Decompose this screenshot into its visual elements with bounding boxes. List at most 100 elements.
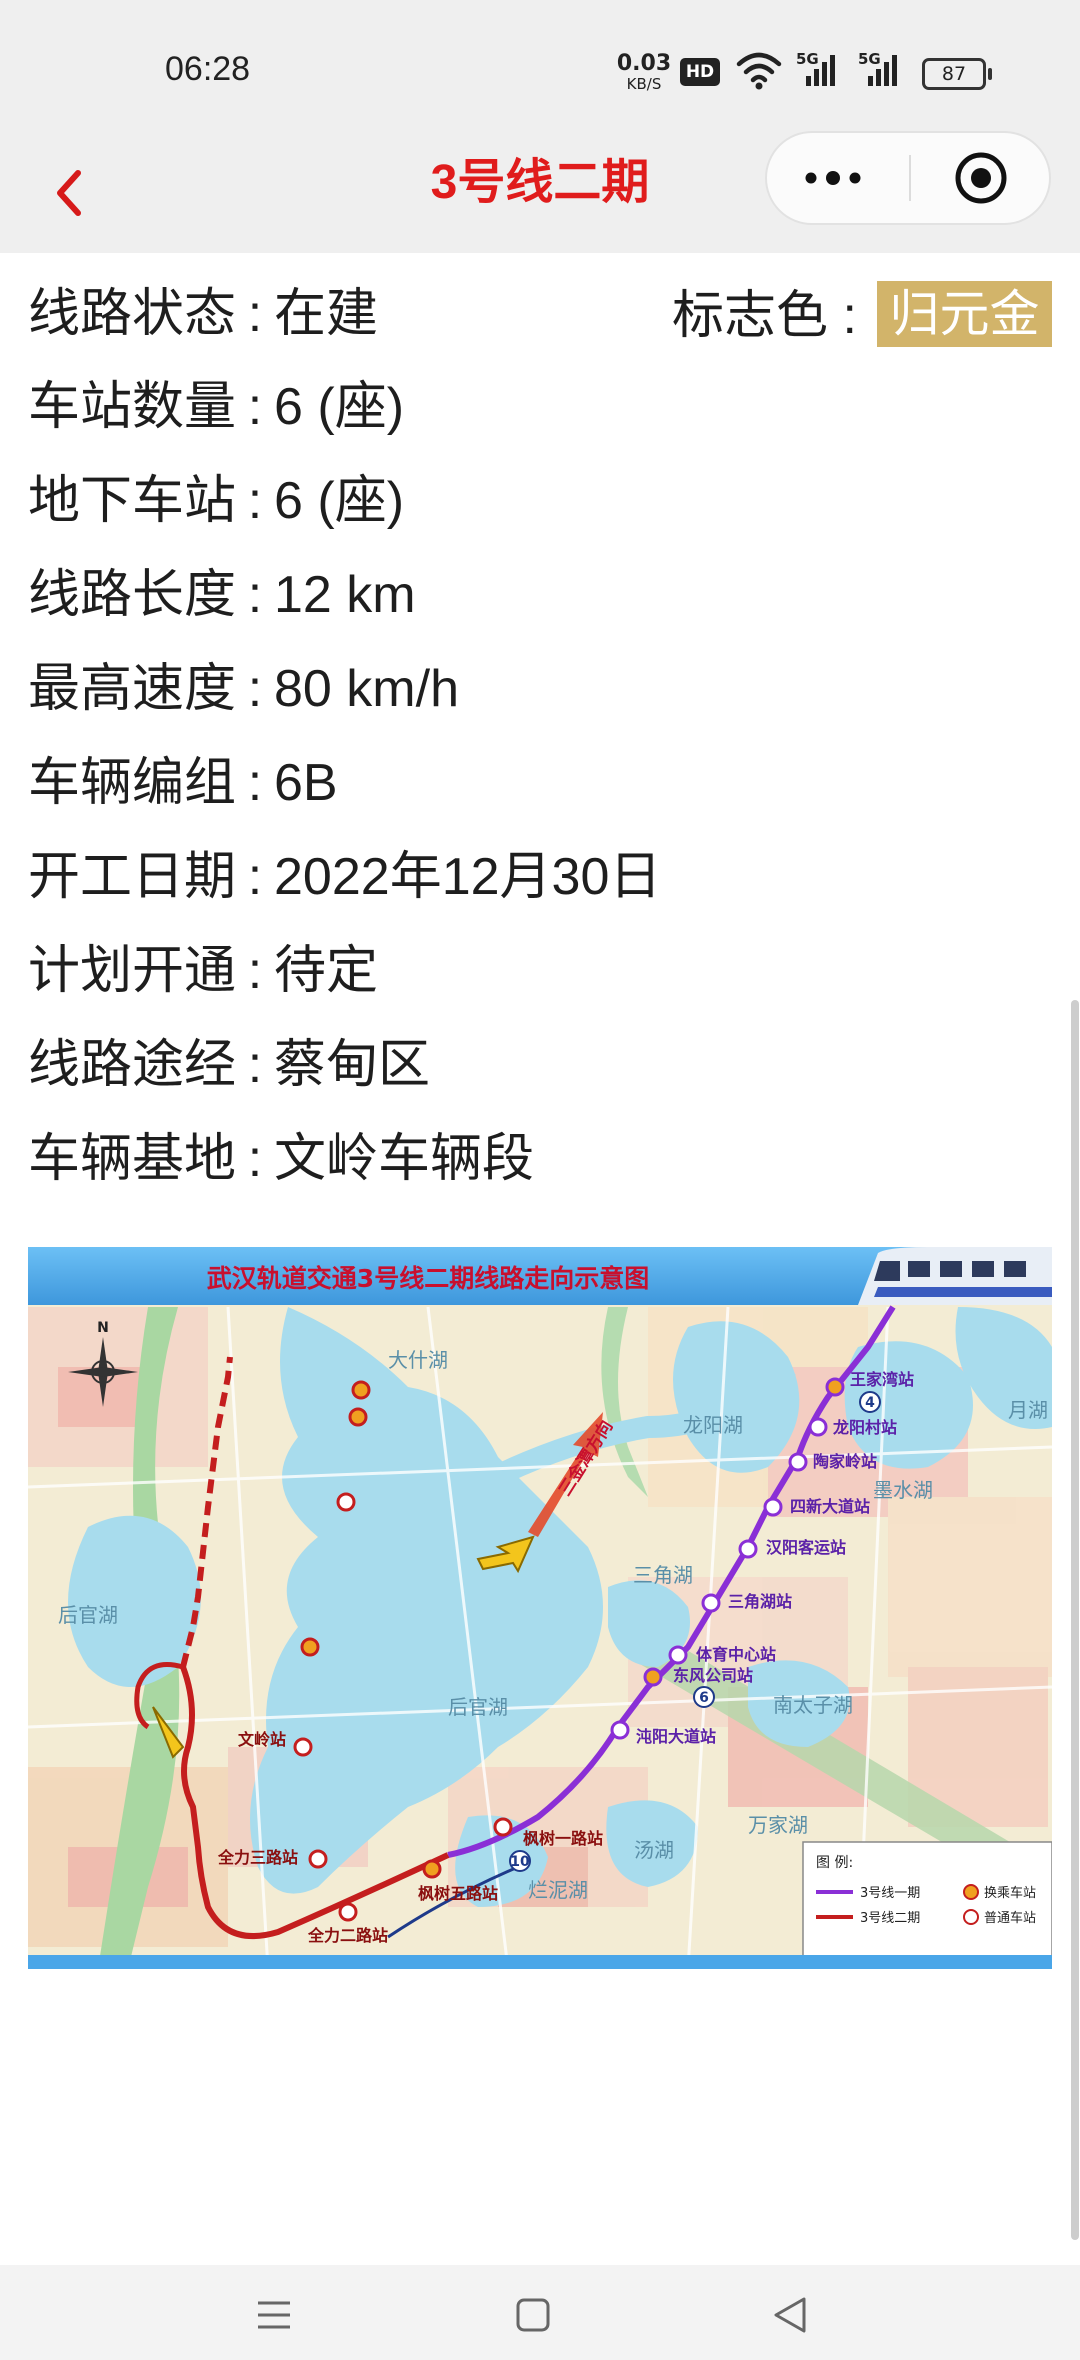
station-dot (493, 1817, 513, 1837)
info-label: 车辆基地 (28, 1130, 237, 1188)
info-value: 待定 (274, 942, 379, 1000)
info-label: 计划开通 (28, 942, 237, 1000)
info-separator: : (247, 472, 263, 530)
station-label: 龙阳村站 (832, 1418, 897, 1437)
station-label: 东风公司站 (673, 1666, 753, 1685)
flag-color-label: 标志色 : (672, 287, 857, 345)
station-label: 四新大道站 (790, 1497, 870, 1516)
lake-label: 墨水湖 (873, 1478, 933, 1502)
station-label: 王家湾站 (850, 1370, 914, 1389)
station-transfer-dot (351, 1380, 371, 1400)
lake-label: 汤湖 (634, 1838, 674, 1862)
info-separator: : (247, 285, 263, 343)
lake-label: 大什湖 (388, 1348, 448, 1372)
station-transfer-dot (422, 1859, 442, 1879)
info-row-status: 线路状态: 在建 (28, 284, 378, 344)
station-dot (338, 1902, 358, 1922)
route-map[interactable]: 武汉轨道交通3号线二期线路走向示意图 N 大什湖 龙阳湖 墨水湖 月湖 后官湖 … (28, 1247, 1052, 1969)
info-label: 开工日期 (28, 848, 237, 906)
info-value: 80 km/h (274, 660, 459, 718)
station-label: 全力三路站 (217, 1848, 298, 1867)
info-value: 文岭车辆段 (274, 1130, 535, 1188)
info-separator: : (247, 1130, 263, 1188)
info-separator: : (247, 942, 263, 1000)
battery-icon: 87 (922, 58, 992, 90)
mini-program-capsule (765, 131, 1051, 225)
station-label: 汉阳客运站 (766, 1538, 846, 1557)
info-separator: : (247, 566, 263, 624)
info-row-length: 线路长度:12 km (28, 565, 416, 625)
info-value: 6 (座) (274, 378, 405, 436)
info-row-formation: 车辆编组:6B (28, 753, 338, 813)
station-label: 枫树五路站 (418, 1884, 498, 1903)
home-square-icon[interactable] (513, 2295, 553, 2335)
route-map-graphic: 武汉轨道交通3号线二期线路走向示意图 N 大什湖 龙阳湖 墨水湖 月湖 后官湖 … (28, 1247, 1052, 1969)
legend-transfer: 换乘车站 (984, 1885, 1036, 1901)
svg-text:4: 4 (865, 1395, 875, 1411)
info-value: 蔡甸区 (274, 1036, 431, 1094)
map-title: 武汉轨道交通3号线二期线路走向示意图 (207, 1264, 649, 1293)
lake-label: 南太子湖 (773, 1693, 853, 1717)
svg-text:N: N (97, 1320, 109, 1336)
station-label: 陶家岭站 (813, 1452, 877, 1471)
info-row-district: 线路途经: 蔡甸区 (28, 1035, 430, 1095)
info-label: 地下车站 (28, 472, 237, 530)
station-label: 全力二路站 (307, 1926, 388, 1945)
info-label: 车辆编组 (28, 754, 237, 812)
station-dot (308, 1849, 328, 1869)
scrollbar[interactable] (1071, 1000, 1079, 2240)
lake-label: 后官湖 (448, 1695, 508, 1719)
train-illustration-icon (858, 1247, 1052, 1305)
back-triangle-icon[interactable] (770, 2293, 810, 2337)
info-separator: : (247, 378, 263, 436)
info-label: 车站数量 (28, 378, 237, 436)
network-speed: 0.03 KB/S (616, 51, 672, 94)
station-dot (701, 1593, 721, 1613)
legend-normal: 普通车站 (984, 1910, 1036, 1926)
svg-text:6: 6 (699, 1690, 709, 1706)
status-bar: 06:28 0.03 KB/S HD 5G 5G 87 (0, 0, 1080, 135)
more-dots-icon[interactable] (767, 133, 909, 223)
info-value: 2022年12月30日 (274, 848, 662, 906)
station-dot (808, 1417, 828, 1437)
info-row-speed: 最高速度:80 km/h (28, 659, 459, 719)
info-label: 线路途经 (28, 1036, 237, 1094)
legend-line2: 3号线二期 (860, 1911, 920, 1926)
network-speed-value: 0.03 (616, 51, 672, 76)
lake-label: 三角湖 (633, 1563, 693, 1587)
info-separator: : (247, 660, 263, 718)
station-label: 体育中心站 (696, 1645, 776, 1664)
info-value: 12 km (274, 566, 416, 624)
menu-icon[interactable] (254, 2295, 294, 2335)
station-label: 沌阳大道站 (636, 1727, 716, 1746)
station-dot (336, 1492, 356, 1512)
info-row-start-date: 开工日期:2022年12月30日 (28, 847, 661, 907)
station-dot (763, 1497, 783, 1517)
lake-label: 龙阳湖 (683, 1413, 743, 1437)
info-label: 线路状态 (28, 285, 237, 343)
info-label: 最高速度 (28, 660, 237, 718)
station-label: 文岭站 (238, 1730, 286, 1749)
info-value: 在建 (274, 285, 379, 343)
station-transfer-dot (300, 1637, 320, 1657)
lake-label: 烂泥湖 (528, 1878, 588, 1902)
svg-text:10: 10 (510, 1854, 530, 1870)
info-row-underground: 地下车站:6 (座) (28, 471, 404, 531)
legend-title: 图 例: (816, 1855, 853, 1871)
station-transfer-dot (643, 1667, 663, 1687)
info-separator: : (247, 1036, 263, 1094)
station-dot (668, 1645, 688, 1665)
info-row-depot: 车辆基地: 文岭车辆段 (28, 1129, 534, 1189)
info-separator: : (247, 848, 263, 906)
hd-voice-icon: HD (680, 58, 720, 86)
info-value: 6B (274, 754, 338, 812)
clock: 06:28 (165, 50, 251, 88)
info-row-station-count: 车站数量:6 (座) (28, 377, 404, 437)
station-transfer-dot (825, 1377, 845, 1397)
station-dot (293, 1737, 313, 1757)
station-dot (610, 1720, 630, 1740)
system-nav-bar (0, 2265, 1080, 2360)
info-row-opening: 计划开通: 待定 (28, 941, 378, 1001)
map-legend: 图 例: 3号线一期 3号线二期 换乘车站 普通车站 (802, 1841, 1052, 1958)
target-icon[interactable] (911, 133, 1051, 223)
